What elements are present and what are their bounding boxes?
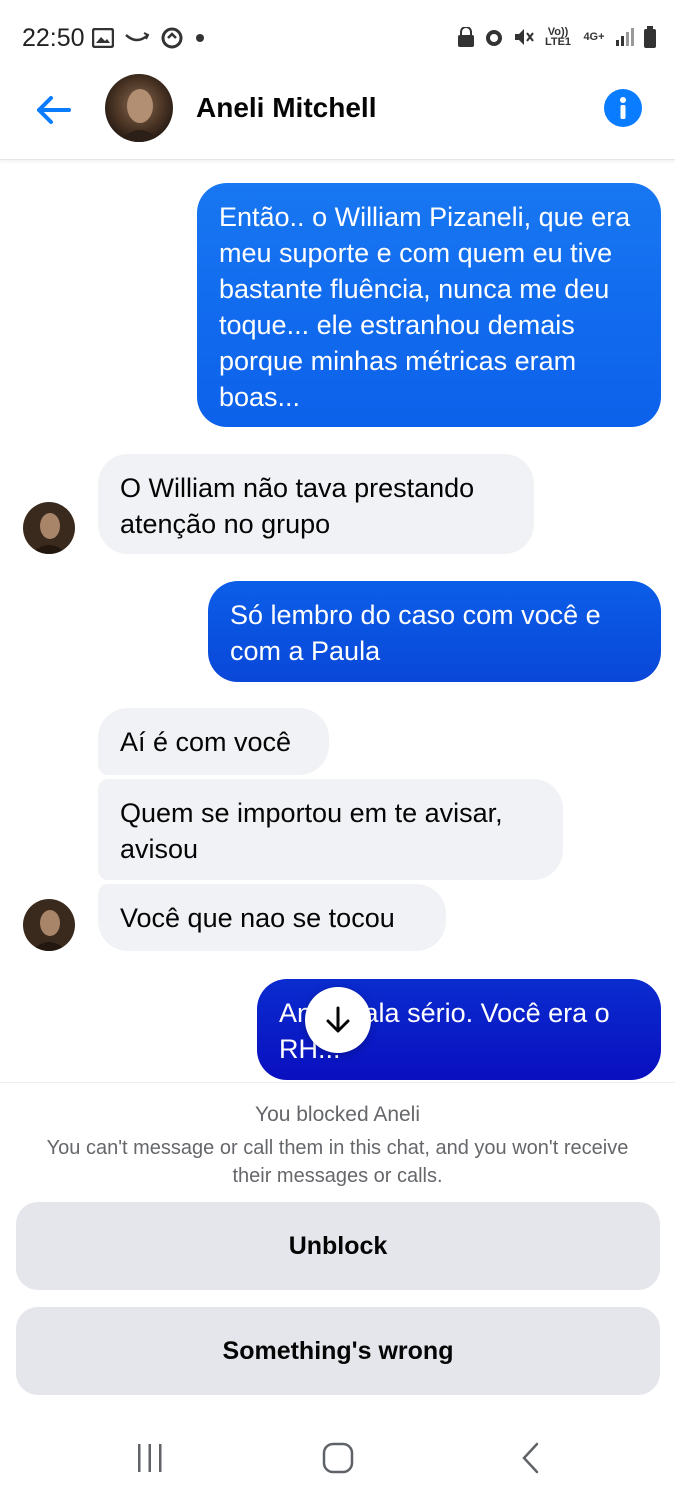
recents-icon (138, 1444, 162, 1472)
avatar[interactable] (23, 899, 75, 951)
arrow-down-icon (326, 1006, 350, 1033)
volte-icon: Vo)) LTE1 (544, 26, 572, 48)
info-button[interactable] (604, 89, 642, 127)
message-incoming[interactable]: Você que nao se tocou (98, 884, 446, 951)
message-incoming[interactable]: Quem se importou em te avisar, avisou (98, 779, 563, 880)
recents-button[interactable] (120, 1438, 180, 1478)
contact-name: Aneli Mitchell (196, 92, 377, 123)
message-outgoing[interactable]: Só lembro do caso com você e com a Paula (208, 581, 661, 682)
message-incoming[interactable]: Aí é com você (98, 708, 329, 775)
status-left-icons (92, 26, 206, 50)
alarm-icon (483, 26, 505, 48)
back-button[interactable] (30, 90, 76, 130)
avatar[interactable] (105, 74, 173, 142)
info-icon (620, 97, 626, 119)
message-text: Aí é com você (120, 727, 292, 757)
amazon-smile-icon (124, 31, 150, 45)
blocked-description: You can't message or call them in this c… (46, 1137, 629, 1187)
mute-icon (513, 27, 535, 47)
lock-icon (457, 27, 475, 47)
dot-icon (194, 32, 206, 44)
message-text: O William não tava prestando atenção no … (120, 473, 475, 539)
message-text: Quem se importou em te avisar, avisou (120, 798, 503, 864)
status-time: 22:50 (22, 24, 85, 52)
image-icon (92, 28, 114, 48)
sync-icon (160, 26, 184, 50)
avatar[interactable] (23, 502, 75, 554)
nav-back-button[interactable] (500, 1438, 560, 1478)
4g-icon: 4G+ (583, 31, 605, 43)
message-text-end: fala sério. Você era o (356, 998, 610, 1028)
status-right-icons: Vo)) LTE1 4G+ (457, 26, 657, 48)
arrow-left-icon (37, 96, 71, 124)
status-bar: 22:50 Vo)) LTE1 4G+ (0, 0, 675, 80)
home-button[interactable] (308, 1438, 368, 1478)
scroll-to-bottom-button[interactable] (305, 987, 371, 1053)
system-nav-bar (0, 1420, 675, 1500)
unblock-button[interactable]: Unblock (16, 1202, 660, 1290)
message-text: Então.. o William Pizaneli, que era meu … (219, 202, 631, 412)
message-outgoing[interactable]: Então.. o William Pizaneli, que era meu … (197, 183, 661, 427)
battery-icon (643, 26, 657, 48)
something-wrong-button[interactable]: Something's wrong (16, 1307, 660, 1395)
message-text: Só lembro do caso com você e com a Paula (230, 600, 601, 666)
message-text: Você que nao se tocou (120, 903, 395, 933)
back-chevron-icon (522, 1442, 539, 1474)
blocked-panel: You blocked Aneli You can't message or c… (0, 1082, 675, 1420)
blocked-title: You blocked Aneli (254, 1103, 421, 1126)
signal-icon (615, 28, 635, 46)
chat-header: Aneli Mitchell (0, 70, 675, 160)
home-icon (322, 1442, 354, 1474)
message-incoming[interactable]: O William não tava prestando atenção no … (98, 454, 534, 554)
